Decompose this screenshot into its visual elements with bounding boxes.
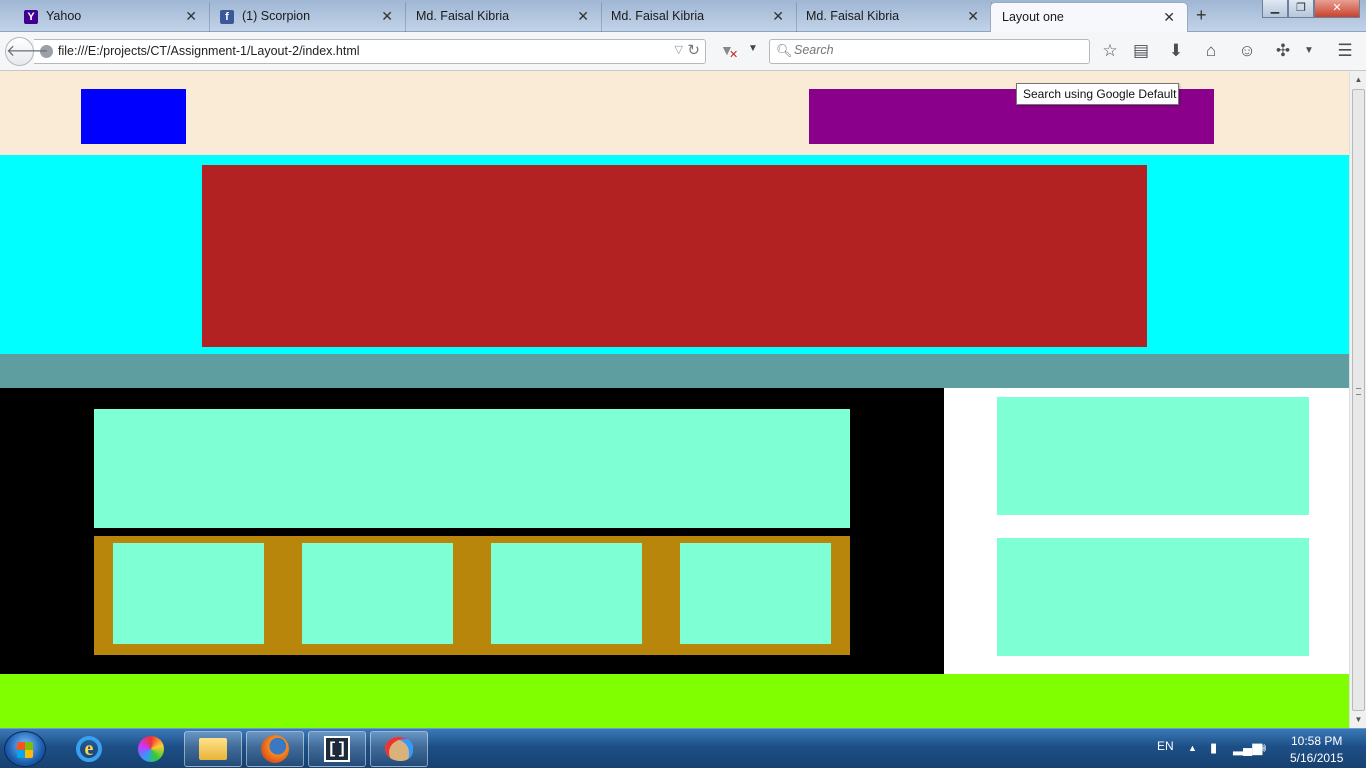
internet-explorer-button[interactable]: e (60, 731, 118, 767)
navigation-toolbar: file:///E:/projects/CT/Assignment-1/Layo… (0, 32, 1366, 71)
card (491, 543, 642, 644)
sidebar-box (997, 397, 1309, 515)
url-bar[interactable]: file:///E:/projects/CT/Assignment-1/Layo… (34, 39, 706, 64)
logo-box (81, 89, 186, 144)
card (113, 543, 264, 644)
clock-time[interactable]: 10:58 PM (1291, 734, 1342, 748)
paint-icon (138, 736, 164, 762)
tab-faisal-1[interactable]: Md. Faisal Kibria ✕ (392, 2, 602, 32)
paint-button[interactable] (122, 731, 180, 767)
vertical-scrollbar[interactable]: ▲ ▼ (1349, 71, 1366, 728)
brackets-button[interactable]: [] (308, 731, 366, 767)
start-button[interactable] (4, 731, 46, 767)
main-panel (94, 409, 850, 528)
paint-palette-button[interactable] (370, 731, 428, 767)
card (302, 543, 453, 644)
close-icon[interactable]: ✕ (967, 8, 979, 25)
close-window-button[interactable]: ✕ (1314, 0, 1360, 18)
banner-box (202, 165, 1147, 347)
yahoo-icon: Y (24, 10, 38, 24)
file-explorer-button[interactable] (184, 731, 242, 767)
banner-section (0, 155, 1349, 354)
tab-title: Md. Faisal Kibria (611, 9, 705, 23)
minimize-button[interactable]: ▁ (1262, 0, 1288, 18)
search-tooltip: Search using Google Default (1016, 83, 1179, 105)
tab-faisal-3[interactable]: Md. Faisal Kibria ✕ (782, 2, 992, 32)
tab-layout-one[interactable]: Layout one ✕ (990, 2, 1188, 32)
menu-icon[interactable]: ☰ (1334, 41, 1356, 63)
windows-logo-icon-lower (17, 750, 33, 758)
brackets-icon: [] (324, 736, 350, 762)
taskbar: e [] EN ▲ ▮ ▂▄▆ 🔊︎ 10:58 PM 5/16/2015 (0, 728, 1366, 768)
scroll-down-arrow-icon[interactable]: ▼ (1350, 711, 1366, 728)
scroll-grip (1356, 388, 1361, 395)
tab-title: Md. Faisal Kibria (806, 9, 900, 23)
tab-title: (1) Scorpion (242, 9, 311, 23)
search-box[interactable]: 🔍︎ (769, 39, 1090, 64)
addon-icon[interactable]: ✣ (1272, 41, 1294, 63)
reading-list-icon[interactable]: ▤ (1130, 41, 1152, 63)
card-row (94, 536, 850, 655)
battery-icon[interactable]: ▮ (1210, 740, 1217, 756)
close-icon[interactable]: ✕ (1163, 9, 1175, 26)
volume-icon[interactable]: 🔊︎ (1258, 740, 1266, 756)
download-icon[interactable]: ⬇ (1165, 41, 1187, 63)
facebook-icon: f (220, 10, 234, 24)
sidebar (944, 388, 1349, 675)
star-icon[interactable]: ☆ (1099, 41, 1121, 63)
tab-yahoo[interactable]: Y Yahoo ✕ (0, 2, 210, 32)
file-explorer-icon (199, 738, 227, 760)
firefox-button[interactable] (246, 731, 304, 767)
paint-palette-icon (385, 737, 413, 761)
tab-scorpion[interactable]: f (1) Scorpion ✕ (196, 2, 406, 32)
hello-icon[interactable]: ☺ (1236, 41, 1258, 63)
chevron-down-icon[interactable]: ▼ (748, 43, 758, 54)
firefox-icon (261, 735, 289, 763)
search-icon: 🔍︎ (776, 43, 793, 58)
internet-explorer-icon: e (76, 736, 102, 762)
tab-title: Md. Faisal Kibria (416, 9, 510, 23)
main-content (0, 388, 944, 675)
overflow-dropdown-icon[interactable]: ▼ (1298, 41, 1320, 63)
tab-faisal-2[interactable]: Md. Faisal Kibria ✕ (587, 2, 797, 32)
addon-blocked-icon[interactable]: ▼ ✕ (720, 42, 738, 61)
divider-strip (0, 354, 1349, 388)
page-footer (0, 674, 1349, 728)
tab-title: Layout one (1002, 10, 1064, 24)
chevron-down-icon[interactable]: ▽ (675, 43, 683, 56)
card (680, 543, 831, 644)
language-indicator[interactable]: EN (1157, 739, 1174, 753)
clock-date[interactable]: 5/16/2015 (1290, 751, 1343, 765)
back-button[interactable]: 🡐 (5, 37, 49, 66)
url-text[interactable]: file:///E:/projects/CT/Assignment-1/Layo… (58, 44, 360, 58)
page-viewport (0, 71, 1349, 728)
arrow-left-icon: 🡐 (6, 43, 49, 60)
search-input[interactable] (794, 43, 1074, 57)
tab-strip: Y Yahoo ✕ f (1) Scorpion ✕ Md. Faisal Ki… (0, 0, 1366, 32)
sidebar-box (997, 538, 1309, 656)
show-hidden-icons-icon[interactable]: ▲ (1188, 743, 1197, 753)
scroll-up-arrow-icon[interactable]: ▲ (1350, 71, 1366, 88)
scroll-thumb[interactable] (1352, 89, 1365, 711)
home-icon[interactable]: ⌂ (1200, 41, 1222, 63)
tab-title: Yahoo (46, 9, 82, 23)
new-tab-button[interactable]: + (1196, 5, 1207, 26)
maximize-button[interactable]: ❐ (1288, 0, 1314, 18)
reload-icon[interactable]: ↻ (687, 41, 700, 59)
